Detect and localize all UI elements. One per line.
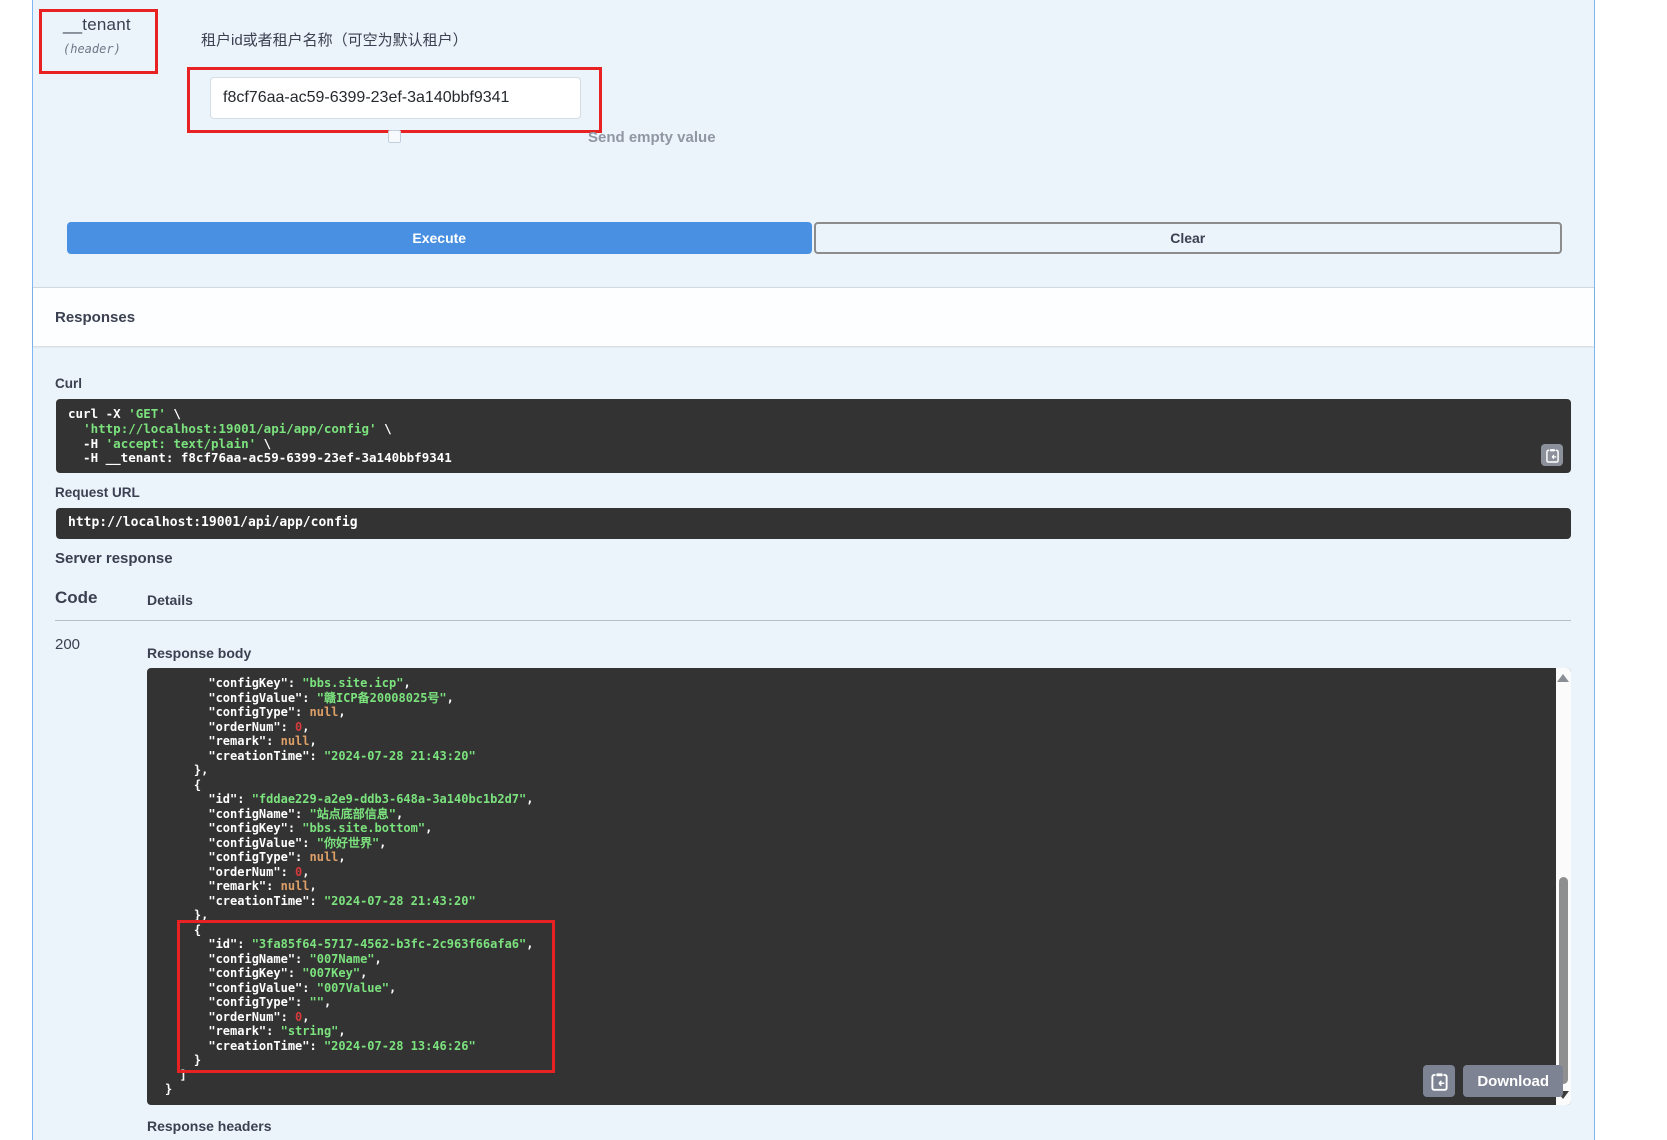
server-response-label: Server response [55, 550, 173, 567]
responses-title: Responses [55, 309, 135, 326]
response-headers-label: Response headers [147, 1118, 272, 1134]
scroll-up-arrow-icon[interactable] [1557, 674, 1569, 682]
response-body-block: "configKey": "bbs.site.icp", "configValu… [147, 668, 1571, 1105]
execute-row: Execute Clear [67, 222, 1562, 254]
curl-code-block: curl -X 'GET' \ 'http://localhost:19001/… [56, 399, 1571, 473]
curl-command: curl -X 'GET' \ 'http://localhost:19001/… [68, 407, 1571, 466]
table-divider [55, 620, 1571, 621]
opblock-get: __tenant (header) 租户id或者租户名称（可空为默认租户） Se… [32, 0, 1595, 1140]
download-button[interactable]: Download [1463, 1065, 1563, 1097]
parameters-section: __tenant (header) 租户id或者租户名称（可空为默认租户） Se… [33, 0, 1594, 287]
clipboard-icon [1431, 1072, 1448, 1091]
response-scrollbar[interactable] [1556, 668, 1571, 1105]
response-json: "configKey": "bbs.site.icp", "configValu… [165, 676, 1551, 1097]
copy-response-button[interactable] [1423, 1065, 1455, 1097]
responses-body: Curl curl -X 'GET' \ 'http://localhost:1… [33, 346, 1594, 1140]
param-description: 租户id或者租户名称（可空为默认租户） [201, 29, 468, 50]
responses-section-header: Responses [33, 287, 1594, 346]
param-name: __tenant [63, 15, 155, 35]
request-url-label: Request URL [55, 485, 140, 500]
annotation-box-param-name: __tenant (header) [39, 9, 158, 74]
send-empty-value-label: Send empty value [588, 129, 716, 146]
curl-label: Curl [55, 376, 82, 391]
param-description-column: 租户id或者租户名称（可空为默认租户） Send empty value [187, 0, 1087, 170]
param-location: (header) [63, 42, 155, 56]
tenant-input[interactable] [210, 77, 581, 119]
response-body-label: Response body [147, 645, 251, 661]
annotation-box-param-value [187, 67, 602, 133]
copy-curl-button[interactable] [1541, 444, 1563, 466]
scrollbar-thumb[interactable] [1559, 877, 1568, 1084]
clear-button[interactable]: Clear [814, 222, 1563, 254]
clipboard-icon [1546, 448, 1559, 463]
request-url-value: http://localhost:19001/api/app/config [68, 515, 358, 530]
details-column-header: Details [147, 592, 193, 608]
status-code: 200 [55, 636, 80, 653]
swagger-operation-panel: __tenant (header) 租户id或者租户名称（可空为默认租户） Se… [0, 0, 1667, 1140]
execute-button[interactable]: Execute [67, 222, 812, 254]
send-empty-value-checkbox[interactable] [388, 130, 401, 143]
request-url-block: http://localhost:19001/api/app/config [56, 508, 1571, 539]
code-column-header: Code [55, 588, 98, 608]
